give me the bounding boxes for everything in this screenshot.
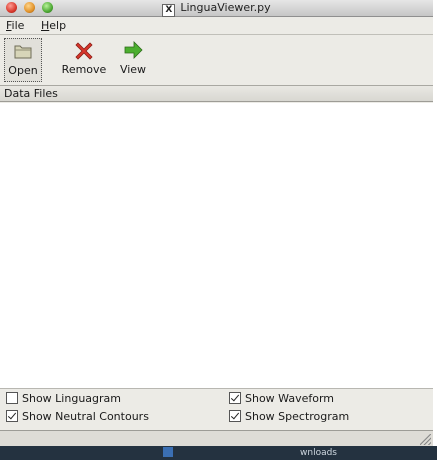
show-spectrogram-checkbox[interactable] [229, 410, 241, 422]
show-neutral-contours-option[interactable]: Show Neutral Contours [6, 409, 149, 425]
green-arrow-icon [124, 41, 143, 59]
remove-button[interactable]: Remove [60, 38, 108, 80]
menu-bar: File Help [0, 17, 433, 35]
window-right-edge [433, 0, 437, 446]
red-x-icon [75, 42, 93, 60]
show-spectrogram-option[interactable]: Show Spectrogram [229, 409, 349, 425]
view-button[interactable]: View [118, 38, 148, 80]
window-title: LinguaViewer.py [180, 1, 271, 14]
show-waveform-option[interactable]: Show Waveform [229, 391, 334, 407]
status-bar [0, 430, 433, 446]
resize-grip-icon[interactable] [420, 434, 431, 445]
open-button[interactable]: Open [4, 38, 42, 82]
show-linguagram-option[interactable]: Show Linguagram [6, 391, 121, 407]
folder-icon [14, 45, 32, 59]
view-label: View [119, 63, 147, 76]
title-bar[interactable]: X LinguaViewer.py [0, 0, 433, 17]
display-options: Show Linguagram Show Neutral Contours Sh… [0, 389, 433, 429]
toolbar: Open Remove View [0, 35, 433, 86]
menu-file-rest: ile [11, 19, 25, 32]
show-waveform-label: Show Waveform [245, 392, 335, 405]
show-waveform-checkbox[interactable] [229, 392, 241, 404]
show-spectrogram-label: Show Spectrogram [245, 410, 350, 423]
desktop-partial-text: wnloads [300, 448, 337, 458]
menu-help[interactable]: Help [41, 18, 66, 33]
show-neutral-contours-label: Show Neutral Contours [22, 410, 149, 423]
window-title-wrap: X LinguaViewer.py [0, 0, 433, 17]
show-linguagram-label: Show Linguagram [22, 392, 121, 405]
data-files-header[interactable]: Data Files [0, 86, 433, 102]
x11-app-icon: X [162, 4, 176, 17]
desktop-background: wnloads [0, 446, 437, 460]
menu-help-rest: elp [49, 19, 67, 32]
show-neutral-contours-checkbox[interactable] [6, 410, 18, 422]
desktop-file-icon [163, 447, 173, 457]
menu-file[interactable]: File [6, 18, 24, 33]
data-files-list[interactable] [0, 103, 433, 389]
remove-label: Remove [61, 63, 107, 76]
show-linguagram-checkbox[interactable] [6, 392, 18, 404]
app-window: X LinguaViewer.py File Help Open Remove [0, 0, 434, 446]
open-label: Open [8, 64, 38, 77]
